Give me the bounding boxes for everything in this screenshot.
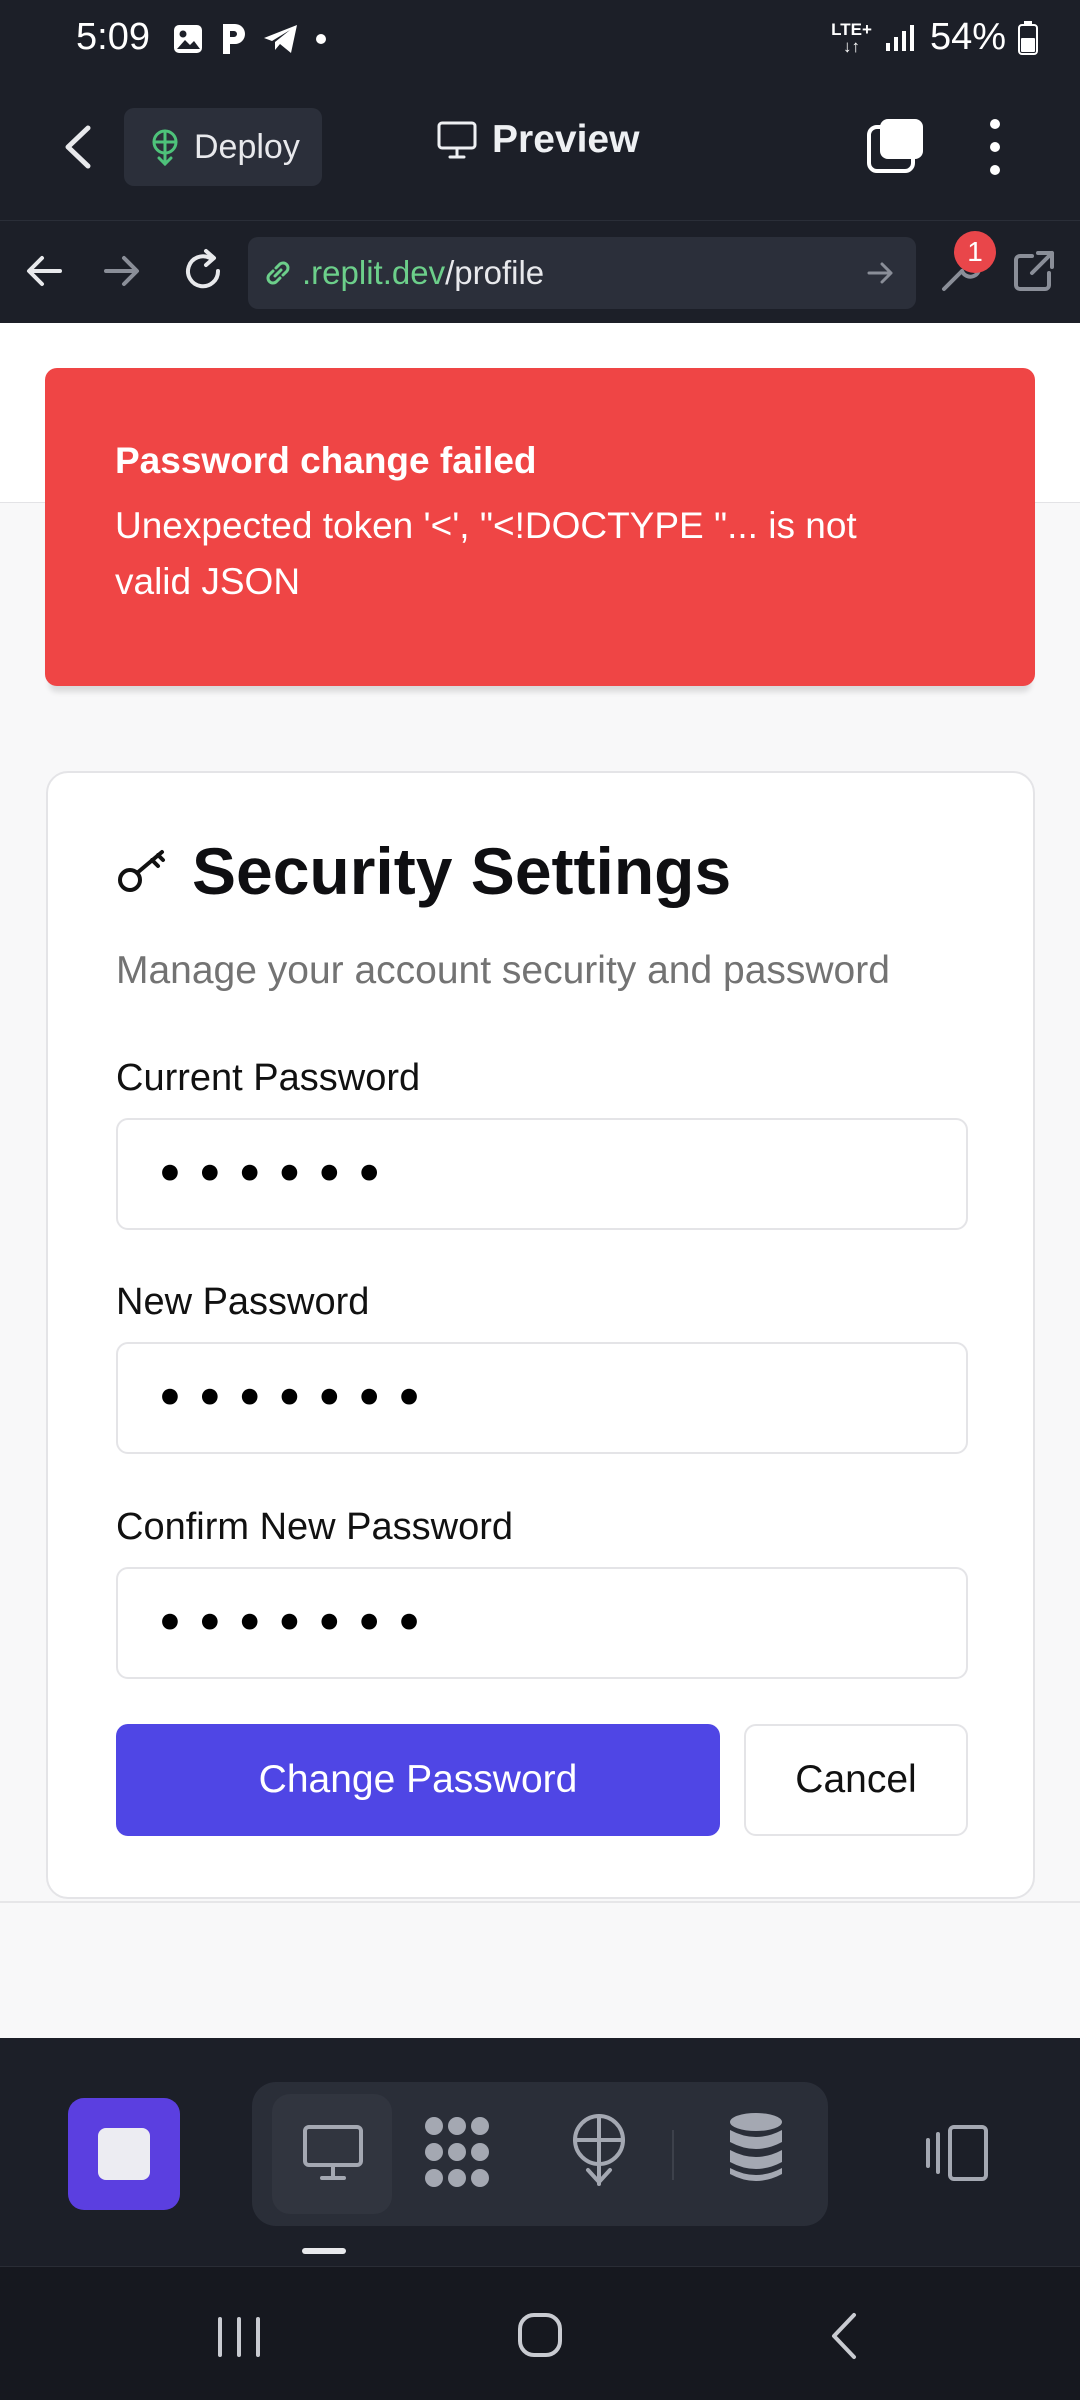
divider <box>0 1901 1080 1903</box>
system-status: LTE+ ↓↑ 54% <box>831 16 1038 59</box>
url-path: /profile <box>445 254 545 291</box>
database-icon[interactable] <box>728 2112 784 2184</box>
browser-url-bar: .replit.dev/profile 1 <box>0 220 1080 323</box>
active-tab-indicator <box>302 2248 346 2254</box>
monitor-icon <box>303 2125 363 2180</box>
card-title: Security Settings <box>192 834 732 908</box>
change-password-button[interactable]: Change Password <box>116 1724 720 1836</box>
monitor-icon <box>437 121 477 159</box>
p-icon <box>223 24 245 54</box>
network-type: LTE+ ↓↑ <box>831 19 872 56</box>
devices-icon[interactable] <box>924 2124 990 2182</box>
card-subtitle: Manage your account security and passwor… <box>116 949 890 992</box>
more-options-icon[interactable] <box>980 114 1010 180</box>
stop-button[interactable] <box>68 2098 180 2210</box>
telegram-icon <box>264 25 297 53</box>
key-icon <box>118 850 165 892</box>
tabs-icon[interactable] <box>866 116 926 176</box>
security-settings-card: Security Settings Manage your account se… <box>46 771 1035 1899</box>
dot-icon <box>316 34 326 44</box>
error-toast[interactable]: Password change failed Unexpected token … <box>45 368 1035 686</box>
bottom-toolbar <box>0 2038 1080 2266</box>
new-password-input[interactable] <box>116 1342 968 1454</box>
go-arrow-icon[interactable] <box>866 257 896 289</box>
toast-message: Unexpected token '<', "<!DOCTYPE "... is… <box>115 505 857 602</box>
reload-icon[interactable] <box>180 247 226 295</box>
system-back-icon[interactable] <box>826 2311 862 2361</box>
system-nav-bar <box>0 2266 1080 2400</box>
cancel-button[interactable]: Cancel <box>744 1724 968 1836</box>
battery-icon <box>1018 20 1038 55</box>
deploy-tool-icon[interactable] <box>568 2112 630 2188</box>
battery-percent: 54% <box>929 16 1006 58</box>
arrow-left-icon[interactable] <box>24 249 64 293</box>
open-external-icon[interactable] <box>1010 247 1058 295</box>
status-bar: 5:09 LTE+ ↓↑ 54% <box>0 0 1080 74</box>
url-field[interactable]: .replit.dev/profile <box>248 237 916 309</box>
card-header: Security Settings <box>116 833 731 909</box>
stop-icon <box>98 2128 150 2180</box>
arrow-right-icon[interactable] <box>102 249 142 293</box>
deploy-icon <box>152 129 178 166</box>
web-page: Password change failed Unexpected token … <box>0 323 1080 2038</box>
preview-tab[interactable]: Preview <box>436 118 639 162</box>
link-icon <box>266 261 290 285</box>
tool-switcher <box>252 2082 828 2226</box>
recents-icon[interactable] <box>214 2315 264 2359</box>
confirm-password-input[interactable] <box>116 1567 968 1679</box>
app-top-bar: Deploy Preview <box>0 74 1080 220</box>
toast-title: Password change failed <box>115 440 537 481</box>
preview-label: Preview <box>492 118 640 161</box>
signal-icon <box>885 24 914 51</box>
confirm-password-label: Confirm New Password <box>116 1506 513 1548</box>
agent-icon[interactable] <box>422 2112 492 2192</box>
new-password-label: New Password <box>116 1281 370 1323</box>
current-password-label: Current Password <box>116 1057 421 1099</box>
status-time: 5:09 <box>76 16 150 58</box>
notification-badge: 1 <box>954 231 996 273</box>
current-password-input[interactable] <box>116 1118 968 1230</box>
divider <box>672 2130 674 2180</box>
notification-icons <box>172 22 328 56</box>
back-chevron-icon[interactable] <box>56 120 104 174</box>
deploy-label: Deploy <box>194 127 300 166</box>
gallery-icon <box>174 25 202 53</box>
url-host: .replit.dev <box>302 254 446 291</box>
home-icon[interactable] <box>516 2311 564 2359</box>
preview-tool-button[interactable] <box>272 2094 392 2214</box>
deploy-button[interactable]: Deploy <box>124 108 322 186</box>
